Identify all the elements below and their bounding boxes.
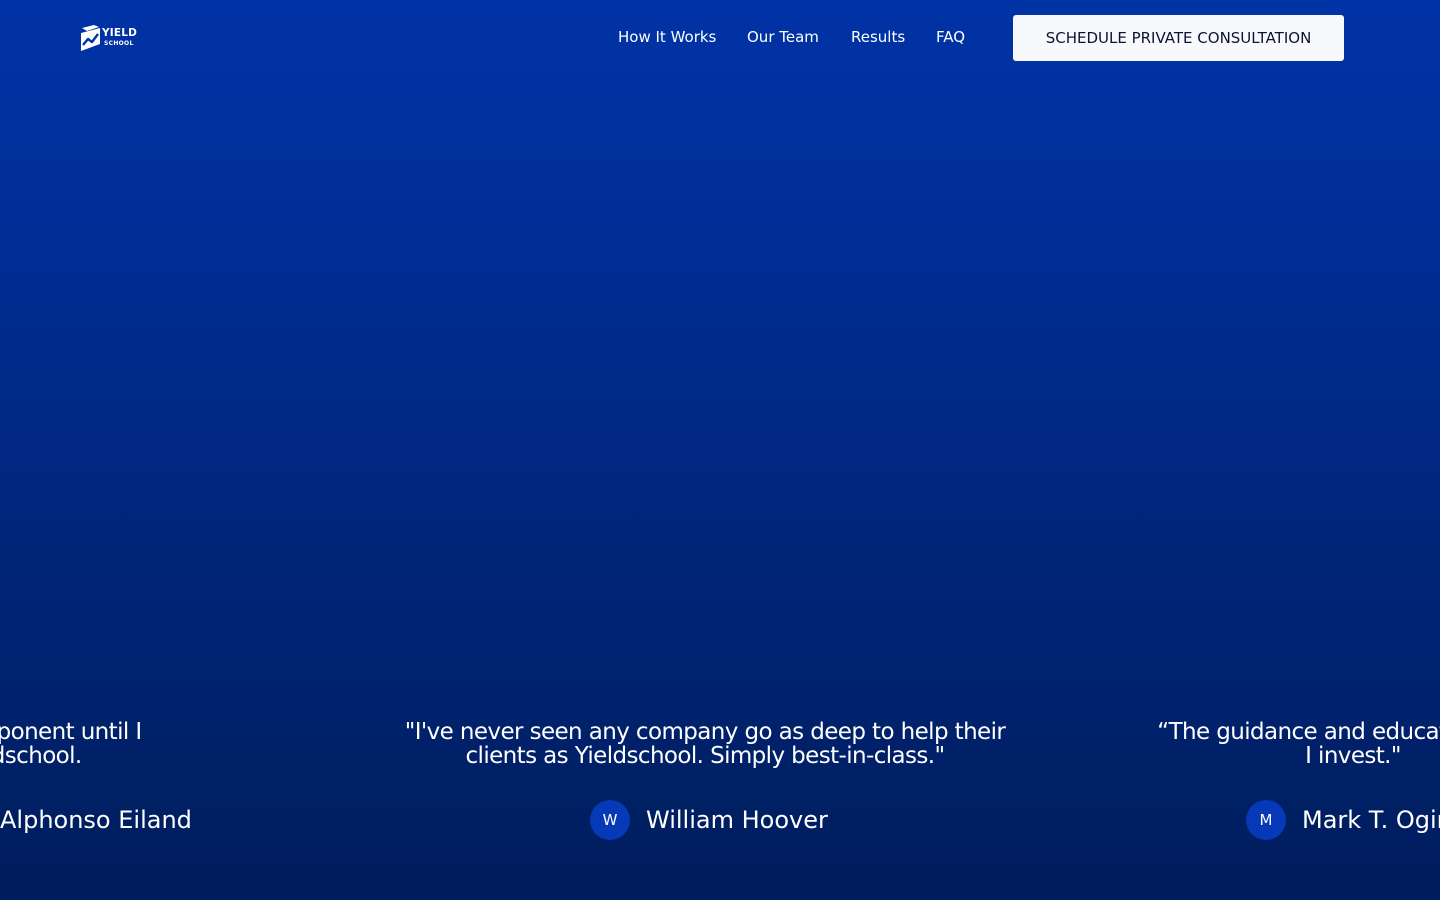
logo-wordmark-yield: YIELD <box>102 27 138 39</box>
testimonial-quote-line: “The guidance and education comp <box>1157 719 1440 745</box>
avatar: W <box>590 800 630 840</box>
testimonial-quote: missing component until I nd Yieldschool… <box>0 720 310 768</box>
avatar: M <box>1246 800 1286 840</box>
testimonial-author-name: William Hoover <box>646 806 828 834</box>
logo-wordmark-school: SCHOOL <box>104 40 134 47</box>
nav-our-team[interactable]: Our Team <box>747 26 819 48</box>
yieldschool-logo-mark-icon <box>81 25 100 51</box>
testimonial-quote-line: "I've never seen any company go as deep … <box>404 719 1006 745</box>
testimonial-quote: "I've never seen any company go as deep … <box>400 720 1010 768</box>
nav-results[interactable]: Results <box>851 26 905 48</box>
nav-faq[interactable]: FAQ <box>936 26 965 48</box>
testimonial-card: “The guidance and education comp I inves… <box>1048 700 1440 860</box>
testimonial-card: "I've never seen any company go as deep … <box>400 700 1010 860</box>
testimonial-author-name: Mark T. Ogin <box>1302 806 1440 834</box>
yieldschool-logo[interactable]: YIELD SCHOOL <box>80 24 138 52</box>
testimonial-card: missing component until I nd Yieldschool… <box>0 700 310 860</box>
nav-how-it-works[interactable]: How It Works <box>618 26 716 48</box>
testimonial-quote-line: clients as Yieldschool. Simply best-in-c… <box>465 743 946 769</box>
testimonial-quote-line: nd Yieldschool. <box>0 743 82 769</box>
testimonial-quote-line: I invest." <box>1305 743 1401 769</box>
testimonials-carousel[interactable]: missing component until I nd Yieldschool… <box>0 700 1440 900</box>
schedule-consultation-button[interactable]: SCHEDULE PRIVATE CONSULTATION <box>1013 15 1344 61</box>
testimonial-author-name: Alphonso Eiland <box>0 806 192 834</box>
testimonial-quote-line: missing component until I <box>0 719 142 745</box>
testimonial-quote: “The guidance and education comp I inves… <box>1048 720 1440 768</box>
